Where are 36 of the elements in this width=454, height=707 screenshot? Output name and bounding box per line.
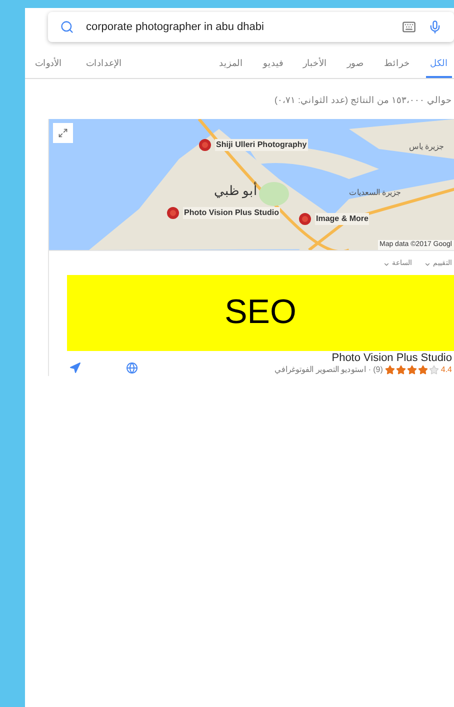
keyboard-icon[interactable]	[402, 20, 416, 34]
search-icon[interactable]	[60, 20, 74, 34]
search-field[interactable]: corporate photographer in abu dhabi	[48, 12, 454, 42]
business-category: · استوديو التصوير الفوتوغرافي	[274, 364, 372, 376]
star-icon	[406, 364, 417, 374]
review-count: (9)	[373, 364, 383, 376]
rating-value: 4.4	[440, 364, 452, 376]
search-tab[interactable]: خرائط	[380, 56, 414, 78]
map-city-label: أبو ظبي	[214, 181, 258, 200]
star-icon	[396, 364, 406, 374]
business-name[interactable]: Photo Vision Plus Studio	[332, 352, 452, 364]
map-place-label: جزيرة السعديات	[349, 187, 402, 199]
microphone-icon[interactable]	[428, 20, 442, 34]
caret-icon	[424, 260, 431, 268]
search-tab[interactable]: الكل	[426, 56, 452, 78]
map-place-label: Photo Vision Plus Studio	[183, 207, 280, 219]
search-tab[interactable]: صور	[343, 56, 368, 78]
directions-icon[interactable]	[69, 362, 81, 374]
map-place-label: جزيرة ياس	[409, 141, 444, 153]
search-query: corporate photographer in abu dhabi	[86, 20, 265, 35]
result-stats: حوالي ١٥٣،٠٠٠ من النتائج (عدد الثواني: ٠،٧١)	[274, 95, 452, 105]
tools-link[interactable]: الإعدادات	[86, 56, 122, 78]
caret-icon	[383, 260, 390, 268]
expand-icon	[58, 128, 68, 138]
globe-icon[interactable]	[126, 362, 138, 374]
tools-link[interactable]: الأدوات	[35, 56, 62, 78]
star-icon	[428, 364, 439, 374]
star-icon	[418, 364, 428, 374]
search-tab[interactable]: المزيد	[215, 56, 247, 78]
expand-map-button[interactable]	[53, 123, 73, 143]
star-icon	[384, 364, 395, 374]
search-tab[interactable]: فيديو	[259, 56, 287, 78]
seo-banner: SEO	[67, 274, 454, 350]
search-tab[interactable]: الأخبار	[299, 56, 331, 78]
map-place-label: Image & More	[315, 213, 370, 225]
map-place-label: Shiji Ulleri Photography	[215, 139, 308, 151]
